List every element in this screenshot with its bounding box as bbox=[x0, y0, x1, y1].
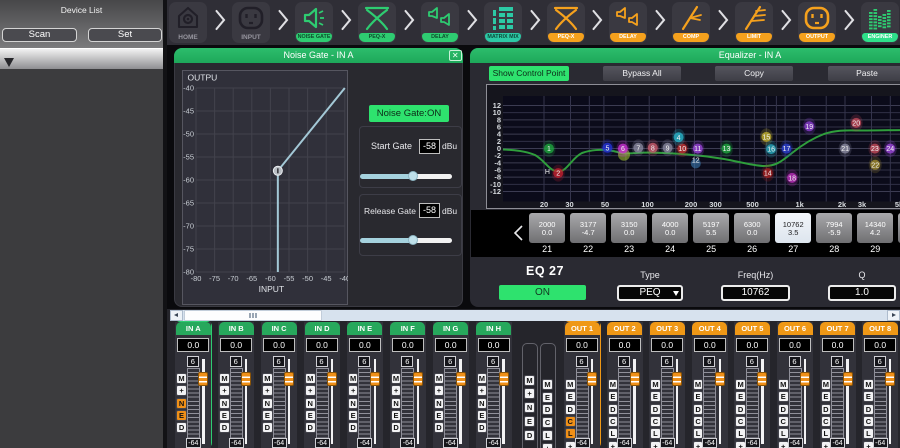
svg-text:13: 13 bbox=[723, 146, 731, 153]
svg-text:16: 16 bbox=[767, 147, 775, 154]
svg-text:9: 9 bbox=[666, 145, 670, 152]
svg-text:INPUT: INPUT bbox=[259, 284, 285, 294]
svg-text:-65: -65 bbox=[246, 274, 257, 283]
svg-text:-45: -45 bbox=[321, 274, 332, 283]
svg-text:200: 200 bbox=[685, 200, 698, 208]
svg-text:17: 17 bbox=[783, 146, 791, 153]
svg-text:18: 18 bbox=[788, 176, 796, 183]
svg-text:15: 15 bbox=[763, 135, 771, 142]
svg-text:20: 20 bbox=[540, 200, 548, 208]
svg-text:20: 20 bbox=[852, 121, 860, 128]
svg-text:OUTPU: OUTPU bbox=[188, 73, 218, 83]
svg-text:-40: -40 bbox=[183, 84, 194, 93]
svg-text:-65: -65 bbox=[183, 199, 194, 208]
svg-text:-12: -12 bbox=[490, 187, 501, 196]
svg-text:-60: -60 bbox=[183, 176, 194, 185]
svg-text:-70: -70 bbox=[183, 222, 194, 231]
svg-text:-60: -60 bbox=[265, 274, 276, 283]
svg-text:8: 8 bbox=[651, 145, 655, 152]
svg-text:6: 6 bbox=[621, 146, 625, 153]
svg-text:-40: -40 bbox=[339, 274, 348, 283]
svg-text:-75: -75 bbox=[183, 245, 194, 254]
svg-text:100: 100 bbox=[641, 200, 654, 208]
svg-text:19: 19 bbox=[805, 124, 813, 131]
svg-text:-45: -45 bbox=[183, 107, 194, 116]
svg-text:300: 300 bbox=[709, 200, 722, 208]
svg-text:-55: -55 bbox=[284, 274, 295, 283]
svg-text:23: 23 bbox=[871, 146, 879, 153]
svg-text:1k: 1k bbox=[796, 200, 805, 208]
svg-text:2: 2 bbox=[556, 171, 560, 178]
svg-text:5k: 5k bbox=[895, 200, 900, 208]
svg-text:22: 22 bbox=[871, 162, 879, 169]
svg-text:12: 12 bbox=[692, 157, 700, 164]
svg-text:2k: 2k bbox=[838, 200, 847, 208]
svg-text:-75: -75 bbox=[209, 274, 220, 283]
svg-text:11: 11 bbox=[694, 146, 701, 153]
svg-text:10: 10 bbox=[678, 146, 686, 153]
svg-text:24: 24 bbox=[886, 146, 894, 153]
svg-text:-70: -70 bbox=[228, 274, 239, 283]
svg-text:1: 1 bbox=[547, 146, 551, 153]
svg-text:7: 7 bbox=[636, 145, 640, 152]
svg-text:-80: -80 bbox=[183, 268, 194, 277]
svg-text:50: 50 bbox=[601, 200, 609, 208]
svg-text:21: 21 bbox=[841, 146, 849, 153]
svg-text:-50: -50 bbox=[302, 274, 313, 283]
svg-text:500: 500 bbox=[746, 200, 759, 208]
svg-text:14: 14 bbox=[764, 171, 772, 178]
svg-text:5: 5 bbox=[605, 145, 609, 152]
svg-text:-50: -50 bbox=[183, 130, 194, 139]
svg-text:3k: 3k bbox=[858, 200, 867, 208]
svg-text:4: 4 bbox=[677, 135, 681, 142]
svg-text:H: H bbox=[545, 169, 550, 176]
svg-text:30: 30 bbox=[565, 200, 573, 208]
svg-text:-55: -55 bbox=[183, 153, 194, 162]
